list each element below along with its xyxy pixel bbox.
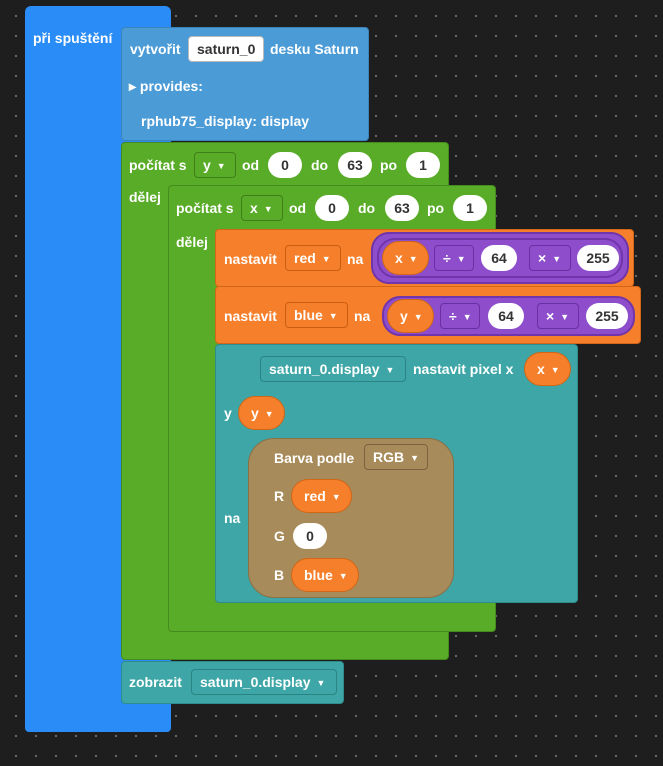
chevron-down-icon: ▼ [216,161,226,172]
show-target-dropdown[interactable]: saturn_0.display ▼ [191,669,337,695]
inner-step-input[interactable]: 1 [453,195,487,221]
color-b-var-label: blue [304,567,333,583]
chevron-down-icon: ▼ [321,254,331,265]
chevron-down-icon: ▼ [328,311,338,322]
board-name-field[interactable]: saturn_0 [188,36,264,62]
blue-y-var[interactable]: y ▼ [387,299,434,333]
outer-do-label: dělej [129,189,161,205]
chevron-down-icon: ▼ [552,254,562,265]
set-pixel-block[interactable]: saturn_0.display ▼ nastavit pixel x x ▼ y … [215,344,578,603]
set-blue-var-dropdown[interactable]: blue ▼ [285,302,348,328]
color-r-var[interactable]: red ▼ [291,479,352,513]
set-pixel-label: nastavit pixel x [413,361,514,377]
blue-multiply-op: × [546,308,555,324]
chevron-down-icon: ▼ [264,409,274,420]
chevron-down-icon: ▼ [316,678,326,689]
chevron-down-icon: ▼ [410,453,420,464]
outer-to-input[interactable]: 63 [338,152,372,178]
color-b-label: B [274,567,285,583]
set-blue-block[interactable]: nastavit blue ▼ na y ▼ ÷ ▼ 64 × ▼ 255 [215,286,641,344]
set-red-var-dropdown[interactable]: red ▼ [285,245,341,271]
color-label: Barva podle [274,450,355,466]
color-g-input[interactable]: 0 [293,523,327,549]
color-rgb-block[interactable]: Barva podle RGB ▼ R red ▼ G 0 B blue ▼ [248,438,454,598]
inner-do-label: dělej [176,234,208,250]
outer-step-label: po [380,157,398,173]
pixel-x-var-label: x [537,361,545,377]
inner-step-label: po [427,200,445,216]
inner-loop-var-dropdown[interactable]: x ▼ [241,195,283,221]
red-divide-op: ÷ [443,250,451,266]
outer-from-label: od [242,157,260,173]
color-g-label: G [274,528,285,544]
red-divisor-input[interactable]: 64 [481,245,517,271]
blue-y-var-label: y [400,308,408,324]
inner-to-label: do [358,200,376,216]
show-display-block[interactable]: zobrazit saturn_0.display ▼ [121,661,344,704]
chevron-down-icon: ▼ [331,492,341,503]
red-multiply-op: × [538,250,547,266]
create-label: vytvořit [130,41,181,57]
pixel-y-var[interactable]: y ▼ [238,396,285,430]
display-target: saturn_0.display [269,361,380,377]
outer-loop-var: y [203,157,211,173]
set-red-label: nastavit [224,251,277,267]
set-red-block[interactable]: nastavit red ▼ na x ▼ ÷ ▼ 64 × ▼ 255 [215,229,634,287]
red-x-var-label: x [395,250,403,266]
red-divide-dropdown[interactable]: ÷ ▼ [434,245,474,271]
outer-from-input[interactable]: 0 [268,152,302,178]
inner-loop-label: počítat s [176,200,234,216]
pixel-y-var-label: y [251,405,259,421]
on-start-label: při spuštění [33,30,113,46]
chevron-down-icon: ▼ [408,254,418,265]
show-target: saturn_0.display [200,674,311,690]
set-blue-label: nastavit [224,308,277,324]
chevron-down-icon: ▼ [338,571,348,582]
show-label: zobrazit [129,674,182,690]
display-target-dropdown[interactable]: saturn_0.display ▼ [260,356,406,382]
color-mode: RGB [373,449,405,465]
chevron-down-icon: ▼ [385,365,395,376]
pixel-x-var[interactable]: x ▼ [524,352,571,386]
chevron-down-icon: ▼ [560,312,570,323]
chevron-down-icon: ▼ [456,254,466,265]
blue-divisor-input[interactable]: 64 [488,303,524,329]
board-type-label: desku Saturn [270,41,359,57]
color-mode-dropdown[interactable]: RGB ▼ [364,444,428,470]
set-red-to-label: na [347,251,364,267]
pixel-color-label: na [224,510,241,526]
blue-divide-op: ÷ [449,308,457,324]
provides-toggle[interactable]: ▸ provides: [129,76,203,96]
blue-multiply-dropdown[interactable]: × ▼ [537,303,579,329]
color-r-var-label: red [304,488,326,504]
set-blue-var: blue [294,307,323,323]
inner-to-input[interactable]: 63 [385,195,419,221]
color-b-var[interactable]: blue ▼ [291,558,359,592]
inner-from-input[interactable]: 0 [315,195,349,221]
outer-to-label: do [311,157,329,173]
pixel-y-label: y [224,405,232,421]
chevron-down-icon: ▼ [462,312,472,323]
blue-multiplier-input[interactable]: 255 [586,303,628,329]
red-math-inner[interactable]: x ▼ ÷ ▼ 64 × ▼ 255 [377,238,623,278]
provides-item: rphub75_display: display [141,113,310,129]
outer-loop-var-dropdown[interactable]: y ▼ [194,152,236,178]
chevron-down-icon: ▼ [550,365,560,376]
color-r-label: R [274,488,285,504]
outer-step-input[interactable]: 1 [406,152,440,178]
inner-loop-var: x [250,200,258,216]
red-math-outer[interactable]: x ▼ ÷ ▼ 64 × ▼ 255 [371,232,629,284]
inner-from-label: od [289,200,307,216]
set-blue-to-label: na [354,308,371,324]
red-x-var[interactable]: x ▼ [382,241,429,275]
blue-math[interactable]: y ▼ ÷ ▼ 64 × ▼ 255 [382,296,635,336]
blue-divide-dropdown[interactable]: ÷ ▼ [440,303,480,329]
create-board-block[interactable]: vytvořit saturn_0 desku Saturn ▸ provide… [121,27,369,141]
chevron-down-icon: ▼ [413,312,423,323]
chevron-down-icon: ▼ [263,204,273,215]
red-multiply-dropdown[interactable]: × ▼ [529,245,571,271]
outer-loop-label: počítat s [129,157,187,173]
red-multiplier-input[interactable]: 255 [577,245,619,271]
set-red-var: red [294,250,316,266]
